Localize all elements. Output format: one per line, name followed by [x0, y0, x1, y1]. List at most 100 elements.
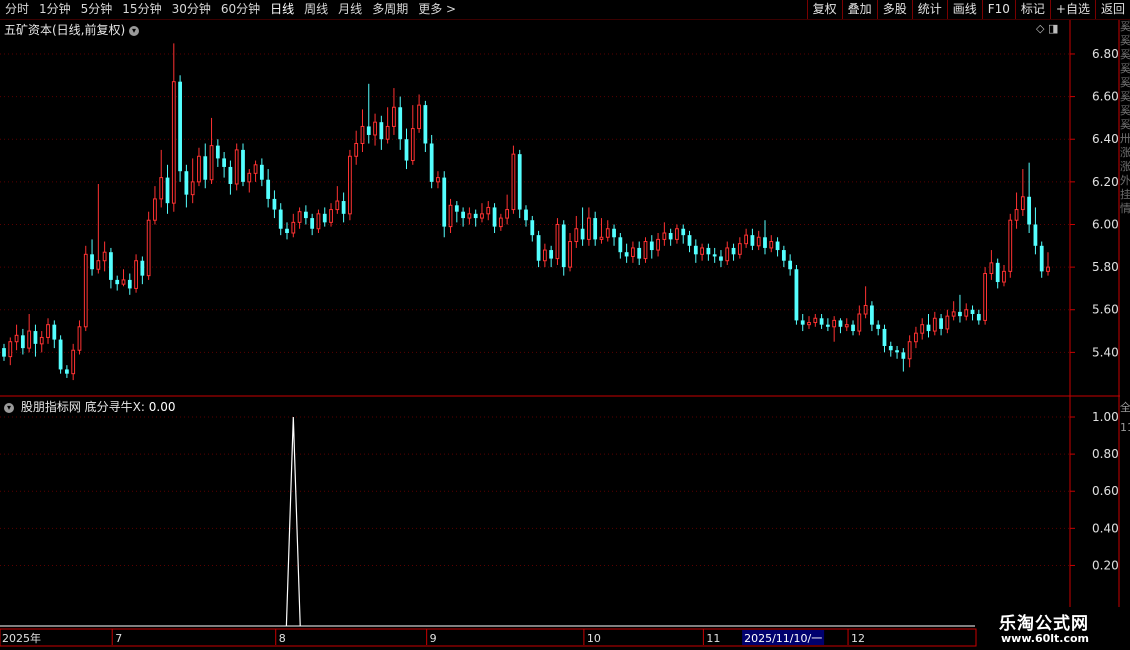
- candle-109: [687, 230, 692, 253]
- candle-135: [851, 320, 855, 336]
- candle-body-160: [1008, 219, 1013, 272]
- candle-body-32: [203, 156, 208, 180]
- diamond-icon[interactable]: ◇: [1036, 22, 1044, 35]
- candle-17: [109, 247, 113, 289]
- candle-51: [322, 207, 327, 227]
- candle-body-74: [467, 213, 472, 219]
- candle-body-103: [649, 241, 654, 251]
- candle-body-101: [637, 247, 642, 259]
- stock-title[interactable]: 五矿资本(日线,前复权) ▾: [4, 21, 142, 38]
- candle-body-117: [737, 243, 742, 255]
- candle-129: [813, 314, 818, 327]
- dropdown-icon[interactable]: ▾: [129, 25, 140, 36]
- candle-body-8: [52, 324, 57, 340]
- candle-body-50: [316, 213, 321, 230]
- candle-body-111: [700, 247, 704, 255]
- candle-106: [668, 228, 673, 246]
- candle-1: [8, 337, 13, 366]
- candle-body-70: [442, 177, 447, 227]
- candle-78: [492, 203, 497, 234]
- candle-body-88: [555, 223, 560, 260]
- candle-body-72: [454, 205, 459, 212]
- candle-body-37: [234, 149, 239, 185]
- candle-body-76: [480, 213, 484, 219]
- watermark-url: www.60lt.com: [1001, 632, 1090, 645]
- candle-89: [561, 220, 566, 276]
- candle-body-100: [631, 247, 635, 257]
- indicator-title[interactable]: ▾ 股朋指标网 底分寻牛X: 0.00: [4, 398, 175, 415]
- candle-body-162: [1020, 196, 1025, 211]
- price-tick-label-5: 6.40: [1092, 132, 1119, 146]
- candle-48: [303, 205, 308, 225]
- candle-body-21: [134, 260, 138, 289]
- candle-165: [1039, 241, 1044, 278]
- candle-33: [209, 117, 214, 184]
- candle-body-127: [800, 320, 805, 325]
- candle-body-39: [247, 172, 252, 183]
- candle-68: [429, 134, 434, 189]
- candle-96: [605, 220, 610, 242]
- candle-body-66: [417, 104, 421, 130]
- candle-158: [995, 258, 1000, 289]
- chart-canvas[interactable]: 5.40 5.60 5.80 6.00 6.20 6.40 6.60 6.80 0.20 0.4…: [0, 0, 1130, 650]
- candle-body-6: [39, 336, 44, 345]
- candle-108: [681, 224, 686, 244]
- candle-30: [190, 158, 195, 204]
- candle-body-119: [750, 235, 755, 246]
- candle-body-114: [719, 256, 723, 261]
- candle-body-75: [473, 213, 478, 219]
- candle-53: [335, 186, 340, 214]
- candle-101: [637, 241, 642, 265]
- candle-16: [102, 241, 107, 272]
- candle-34: [215, 139, 220, 167]
- candle-body-62: [392, 106, 396, 127]
- candle-132: [832, 316, 837, 342]
- candle-body-142: [895, 350, 899, 353]
- candle-142: [895, 345, 899, 359]
- candle-122: [769, 235, 774, 253]
- candle-body-81: [511, 153, 516, 211]
- candle-body-151: [951, 311, 956, 317]
- candle-body-14: [90, 254, 94, 270]
- candle-75: [473, 209, 478, 227]
- candle-36: [228, 160, 233, 195]
- indicator-tick-label-4: 1.00: [1092, 410, 1119, 424]
- candle-body-158: [995, 262, 1000, 283]
- candle-body-52: [329, 209, 333, 223]
- candle-body-13: [83, 253, 88, 328]
- candle-body-84: [530, 220, 535, 236]
- candle-body-28: [178, 81, 182, 172]
- price-tick-label-0: 5.40: [1092, 345, 1119, 359]
- candle-body-5: [33, 331, 38, 344]
- candle-131: [825, 318, 830, 332]
- candle-body-166: [1046, 266, 1050, 272]
- candle-body-86: [542, 249, 547, 262]
- candle-63: [398, 96, 403, 150]
- candle-body-105: [662, 232, 667, 240]
- candle-154: [970, 305, 975, 321]
- candle-body-38: [241, 149, 245, 182]
- indicator-dropdown-icon[interactable]: ▾: [4, 402, 14, 413]
- candle-76: [480, 203, 484, 223]
- candle-body-15: [96, 260, 101, 270]
- candle-body-98: [618, 237, 623, 253]
- candle-body-12: [77, 326, 82, 351]
- candle-71: [448, 198, 453, 234]
- time-axis-label-2: 8: [279, 632, 286, 645]
- layout-toggle-icon[interactable]: ◨: [1048, 22, 1058, 35]
- candle-body-54: [341, 201, 346, 214]
- candle-35: [222, 152, 227, 178]
- candle-166: [1046, 252, 1050, 276]
- candle-body-22: [140, 260, 145, 276]
- candle-body-110: [693, 245, 698, 255]
- candle-97: [612, 224, 616, 246]
- candle-body-82: [517, 154, 522, 210]
- candle-94: [593, 211, 598, 246]
- candle-29: [184, 164, 189, 208]
- candle-body-144: [907, 341, 912, 360]
- indicator-tick-label-1: 0.40: [1092, 521, 1119, 535]
- candle-124: [781, 245, 786, 268]
- candle-body-69: [436, 177, 440, 183]
- candle-body-1: [8, 341, 13, 358]
- candle-95: [599, 218, 604, 244]
